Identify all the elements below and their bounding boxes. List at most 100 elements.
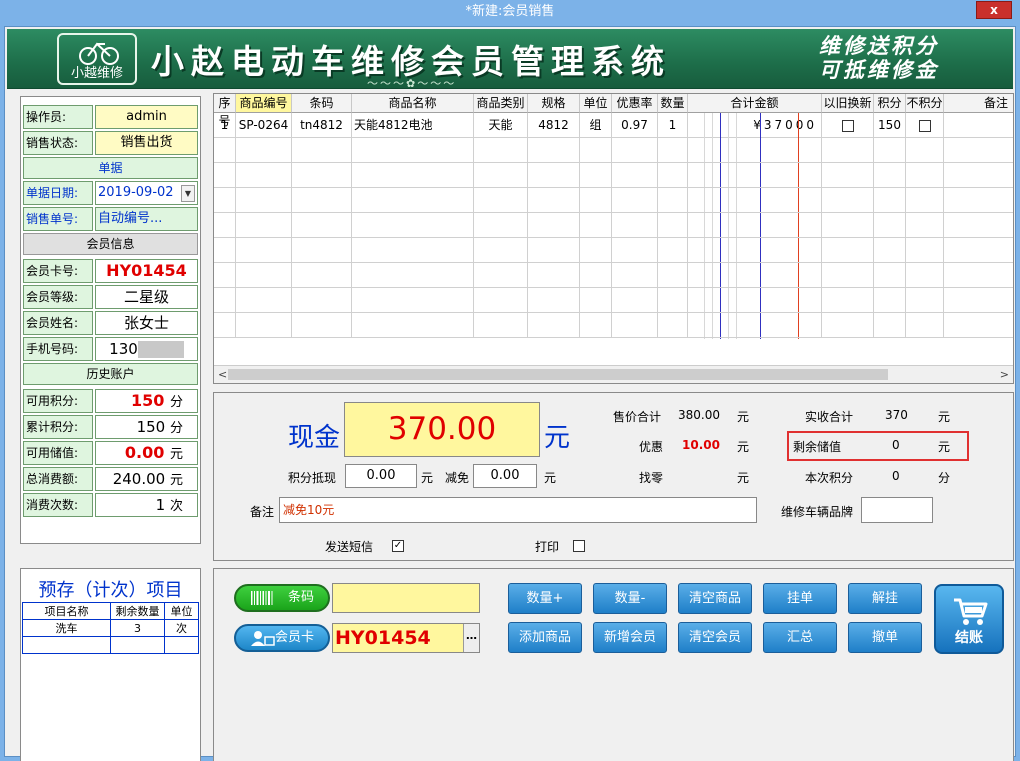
prepaid-item-name[interactable]: 洗车 — [22, 619, 111, 637]
col-header-unit[interactable]: 单位 — [580, 94, 612, 113]
col-header-category[interactable]: 商品类别 — [474, 94, 528, 113]
points-cash-input[interactable]: 0.00 — [345, 464, 417, 488]
remain-label: 剩余储值 — [793, 440, 842, 454]
barcode-button[interactable]: 条码 — [234, 584, 330, 612]
scroll-left-icon[interactable]: < — [218, 366, 227, 383]
check-icon: ✓ — [392, 539, 404, 552]
cell-barcode[interactable]: tn4812 — [292, 113, 352, 138]
main-window: 小越维修 小赵电动车维修会员管理系统 ～～～✿～～～ 维修送积分 可抵维修金 操… — [4, 26, 1016, 761]
table-row[interactable]: 洗车 3 次 — [22, 619, 199, 637]
add-goods-button[interactable]: 添加商品 — [508, 622, 582, 653]
member-card-button[interactable]: 会员卡 — [234, 624, 330, 652]
cell-unit[interactable]: 组 — [580, 113, 612, 138]
col-header-seq[interactable]: 序号 — [214, 94, 236, 128]
cell-remark[interactable] — [944, 113, 1013, 138]
col-header-code[interactable]: 商品编号 — [236, 94, 292, 113]
decorative-swirl-icon: ～～～✿～～～ — [367, 77, 457, 89]
cell-spec[interactable]: 4812 — [528, 113, 580, 138]
remain-unit: 元 — [938, 440, 951, 454]
brand-input[interactable] — [861, 497, 933, 523]
col-header-no-points[interactable]: 不积分 — [906, 94, 944, 113]
checkout-button[interactable]: 结账 — [934, 584, 1004, 654]
memo-input[interactable]: 减免10元 — [279, 497, 757, 523]
prepaid-col-name: 项目名称 — [22, 602, 111, 620]
no-points-checkbox[interactable] — [918, 119, 931, 132]
new-member-button[interactable]: 新增会员 — [593, 622, 667, 653]
summary-button[interactable]: 汇总 — [763, 622, 837, 653]
checkout-label: 结账 — [955, 630, 983, 646]
col-header-spec[interactable]: 规格 — [528, 94, 580, 113]
prepaid-col-qty: 剩余数量 — [110, 602, 165, 620]
this-points-label: 本次积分 — [805, 471, 854, 485]
qty-plus-button[interactable]: 数量+ — [508, 583, 582, 614]
operator-label: 操作员: — [23, 105, 93, 129]
points-cash-label: 积分抵现 — [288, 471, 337, 485]
cell-qty[interactable]: 1 — [658, 113, 688, 138]
qty-minus-button[interactable]: 数量- — [593, 583, 667, 614]
discount-unit: 元 — [737, 440, 750, 454]
cell-name[interactable]: 天能4812电池 — [352, 113, 474, 138]
card-row: 会员卡号: HY01454 — [23, 259, 198, 283]
clear-goods-button[interactable]: 清空商品 — [678, 583, 752, 614]
print-label: 打印 — [535, 540, 560, 554]
cell-discount-rate[interactable]: 0.97 — [612, 113, 658, 138]
reduce-input[interactable]: 0.00 — [473, 464, 537, 488]
col-header-points[interactable]: 积分 — [874, 94, 906, 113]
col-header-amount[interactable]: 合计金额 — [688, 94, 822, 113]
barcode-input[interactable] — [332, 583, 480, 613]
col-header-name[interactable]: 商品名称 — [352, 94, 474, 113]
cash-input[interactable]: 370.00 — [344, 402, 540, 457]
brand-label: 维修车辆品牌 — [781, 505, 854, 519]
grid-horizontal-scrollbar[interactable]: < > — [214, 365, 1013, 383]
sale-total-value: 380.00 — [678, 408, 720, 422]
sale-total-unit: 元 — [737, 410, 750, 424]
cell-code[interactable]: SP-0264 — [236, 113, 292, 138]
cell-trade-in[interactable] — [822, 113, 874, 138]
member-card-input[interactable]: HY01454 … — [332, 623, 480, 653]
print-checkbox[interactable] — [573, 538, 585, 552]
stored-value: 0.00 元 — [95, 441, 198, 465]
cell-category[interactable]: 天能 — [474, 113, 528, 138]
stored-label: 可用储值: — [23, 441, 93, 465]
change-label: 找零 — [639, 471, 664, 485]
sms-label: 发送短信 — [325, 540, 374, 554]
close-button[interactable]: x — [976, 1, 1012, 19]
cell-points[interactable]: 150 — [874, 113, 906, 138]
col-header-remark[interactable]: 备注 — [944, 94, 1013, 113]
col-header-trade-in[interactable]: 以旧换新 — [822, 94, 874, 113]
scroll-thumb[interactable] — [228, 369, 888, 380]
trade-in-checkbox[interactable] — [841, 119, 854, 132]
prepaid-item-qty[interactable]: 3 — [110, 619, 165, 637]
discount-label: 优惠 — [639, 440, 664, 454]
col-header-discount-rate[interactable]: 优惠率 — [612, 94, 658, 113]
chevron-down-icon[interactable]: ▼ — [181, 185, 195, 202]
points-row: 可用积分: 150 分 — [23, 389, 198, 413]
remain-value: 0 — [892, 438, 900, 452]
cell-seq[interactable]: 1 — [214, 113, 236, 138]
change-unit: 元 — [737, 471, 750, 485]
unhang-order-button[interactable]: 解挂 — [848, 583, 922, 614]
cell-amount[interactable]: ¥37000 — [688, 113, 822, 138]
window-title: *新建:会员销售 — [465, 4, 555, 19]
total-spend-row: 总消费额: 240.00 元 — [23, 467, 198, 491]
barcode-icon — [251, 591, 273, 605]
col-header-qty[interactable]: 数量 — [658, 94, 688, 113]
scroll-right-icon[interactable]: > — [1000, 366, 1009, 383]
hang-order-button[interactable]: 挂单 — [763, 583, 837, 614]
prepaid-panel: 预存（计次）项目 项目名称 剩余数量 单位 洗车 3 次 — [20, 568, 201, 761]
goods-grid[interactable]: 序号 商品编号 条码 商品名称 商品类别 规格 单位 优惠率 数量 合计金额 以… — [213, 93, 1014, 384]
name-label: 会员姓名: — [23, 311, 93, 335]
doc-date-picker[interactable]: 2019-09-02 ▼ — [95, 181, 198, 205]
stored-row: 可用储值: 0.00 元 — [23, 441, 198, 465]
cancel-order-button[interactable]: 撤单 — [848, 622, 922, 653]
clear-member-button[interactable]: 清空会员 — [678, 622, 752, 653]
col-header-barcode[interactable]: 条码 — [292, 94, 352, 113]
prepaid-item-unit[interactable]: 次 — [164, 619, 199, 637]
spend-count-row: 消费次数: 1 次 — [23, 493, 198, 517]
app-slogan: 维修送积分 可抵维修金 — [819, 34, 939, 82]
app-logo: 小越维修 — [57, 33, 137, 85]
points-value: 150 分 — [95, 389, 198, 413]
cell-no-points[interactable] — [906, 113, 944, 138]
sms-checkbox[interactable]: ✓ — [392, 538, 404, 552]
more-dots-icon[interactable]: … — [463, 624, 479, 652]
